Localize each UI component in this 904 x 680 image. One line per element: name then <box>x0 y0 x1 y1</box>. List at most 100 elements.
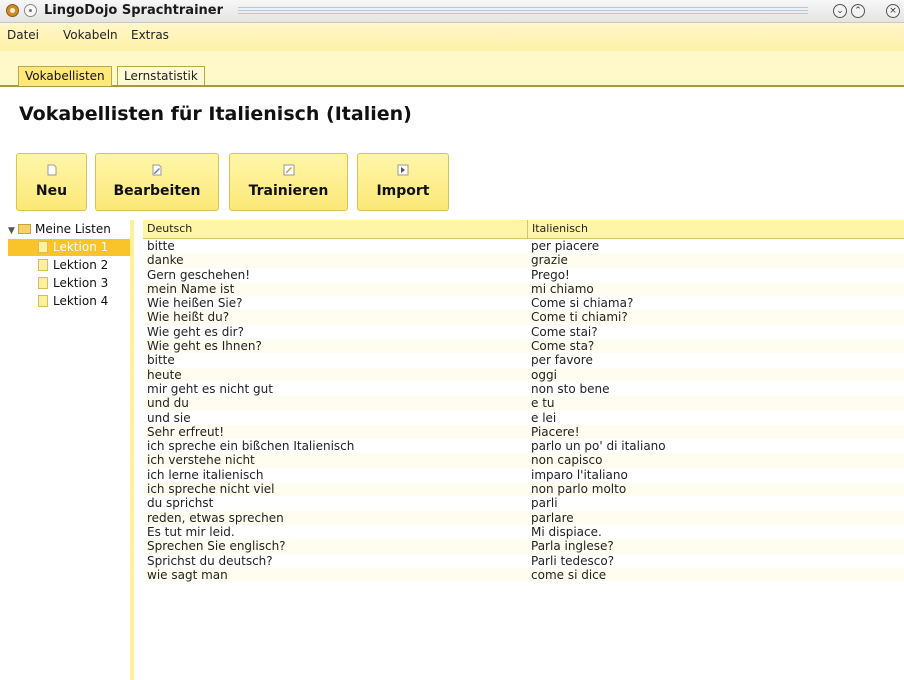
new-button[interactable]: Neu <box>16 153 87 211</box>
table-row[interactable]: danke grazie <box>143 253 904 268</box>
cell-deutsch: Wie heißen Sie? <box>147 296 243 311</box>
table-row[interactable]: ich spreche ein bißchen Italienisch parlo… <box>143 439 904 453</box>
table-row[interactable]: Wie heißt du? Come ti chiami? <box>143 310 904 325</box>
close-icon[interactable]: × <box>886 4 900 18</box>
table-row[interactable]: Wie heißen Sie? Come si chiama? <box>143 296 904 310</box>
table-row[interactable]: und du e tu <box>143 396 904 411</box>
table-row[interactable]: Gern geschehen! Prego! <box>143 268 904 282</box>
table-row[interactable]: wie sagt man come si dice <box>143 567 904 583</box>
cell-deutsch: wie sagt man <box>147 567 228 582</box>
maximize-icon[interactable]: ⌃ <box>851 4 865 18</box>
table-row[interactable]: Wie geht es dir? Come stai? <box>143 325 904 339</box>
cell-deutsch: danke <box>147 253 184 268</box>
tree-item-label: Lektion 2 <box>53 258 109 272</box>
cell-italienisch: grazie <box>531 253 568 268</box>
tree-item-lektion-2[interactable]: Lektion 2 <box>8 257 108 274</box>
cell-italienisch: per piacere <box>531 239 600 253</box>
table-row[interactable]: ich spreche nicht viel non parlo molto <box>143 482 904 497</box>
edit-button[interactable]: Bearbeiten <box>95 153 219 211</box>
table-row[interactable]: Es tut mir leid. Mi dispiace. <box>143 525 904 539</box>
page-title: Vokabellisten für Italienisch (Italien) <box>19 103 412 125</box>
tab-vokabellisten[interactable]: Vokabellisten <box>18 66 112 86</box>
cell-deutsch: heute <box>147 367 182 382</box>
cell-deutsch: Es tut mir leid. <box>147 524 235 539</box>
column-divider[interactable] <box>527 220 528 238</box>
tree-item-lektion-3[interactable]: Lektion 3 <box>8 275 108 292</box>
table-row[interactable]: ich verstehe nicht non capisco <box>143 453 904 468</box>
table-row[interactable]: reden, etwas sprechen parlare <box>143 510 904 525</box>
new-document-icon <box>47 164 56 176</box>
table-row[interactable]: bitte per favore <box>143 353 904 367</box>
cell-deutsch: Gern geschehen! <box>147 267 251 282</box>
cell-deutsch: du sprichst <box>147 496 214 511</box>
table-row[interactable]: heute oggi <box>143 367 904 382</box>
window-title: LingoDojo Sprachtrainer <box>44 3 224 18</box>
tree-item-label: Lektion 3 <box>53 276 109 290</box>
app-icon[interactable] <box>6 4 19 17</box>
tab-bar: Vokabellisten Lernstatistik <box>0 51 904 87</box>
tree-root-label: Meine Listen <box>35 222 111 236</box>
table-row[interactable]: und sie e lei <box>143 411 904 425</box>
edit-icon <box>152 164 162 176</box>
table-body: bitte per piacere danke grazie Gern geschehe… <box>143 239 904 583</box>
train-button[interactable]: Trainieren <box>229 153 348 211</box>
cell-italienisch: Parli tedesco? <box>531 553 615 568</box>
title-bar: LingoDojo Sprachtrainer ⌄ ⌃ × <box>0 0 904 23</box>
cell-italienisch: mi chiamo <box>531 281 594 296</box>
cell-deutsch: und du <box>147 396 189 411</box>
column-header-italienisch[interactable]: Italienisch <box>532 222 588 235</box>
train-button-label: Trainieren <box>248 183 329 199</box>
cell-deutsch: mir geht es nicht gut <box>147 381 273 396</box>
table-row[interactable]: bitte per piacere <box>143 239 904 253</box>
tree-root[interactable]: ▼ Meine Listen <box>8 221 130 238</box>
cell-italienisch: Prego! <box>531 267 570 282</box>
tree-item-lektion-1[interactable]: Lektion 1 <box>8 239 130 256</box>
import-button[interactable]: Import <box>357 153 449 211</box>
cell-deutsch: Wie geht es dir? <box>147 324 244 339</box>
new-button-label: Neu <box>35 183 68 199</box>
menu-datei[interactable]: Datei <box>7 28 39 42</box>
table-row[interactable]: Sehr erfreut! Piacere! <box>143 424 904 440</box>
tree-item-lektion-4[interactable]: Lektion 4 <box>8 293 108 310</box>
vocabulary-table: Deutsch Italienisch bitte per piacere dank… <box>143 220 904 680</box>
table-row[interactable]: mir geht es nicht gut non sto bene <box>143 382 904 396</box>
cell-italienisch: non sto bene <box>531 381 610 396</box>
list-icon <box>38 259 48 271</box>
list-tree: ▼ Meine Listen Lektion 1 Lektion 2 Lektio… <box>8 220 134 680</box>
table-row[interactable]: Sprichst du deutsch? Parli tedesco? <box>143 554 904 568</box>
import-button-label: Import <box>376 183 430 199</box>
cell-deutsch: Sprichst du deutsch? <box>147 553 273 568</box>
menu-extras[interactable]: Extras <box>131 28 169 42</box>
table-row[interactable]: Sprechen Sie englisch? Parla inglese? <box>143 539 904 554</box>
cell-italienisch: Come ti chiami? <box>531 310 628 325</box>
folder-icon <box>18 224 31 234</box>
cell-italienisch: imparo l'italiano <box>531 467 628 482</box>
cell-deutsch: mein Name ist <box>147 281 235 296</box>
tab-lernstatistik[interactable]: Lernstatistik <box>117 66 205 85</box>
cell-italienisch: come si dice <box>531 567 607 582</box>
menu-vokabeln[interactable]: Vokabeln <box>63 28 118 42</box>
table-row[interactable]: Wie geht es Ihnen? Come sta? <box>143 339 904 354</box>
cell-italienisch: non parlo molto <box>531 482 627 497</box>
list-icon <box>38 277 48 289</box>
minimize-icon[interactable]: ⌄ <box>833 4 847 18</box>
pin-icon[interactable] <box>24 4 37 17</box>
cell-italienisch: Come si chiama? <box>531 296 634 311</box>
train-icon <box>283 164 294 176</box>
edit-button-label: Bearbeiten <box>113 183 201 199</box>
table-header: Deutsch Italienisch <box>143 220 904 239</box>
cell-deutsch: ich verstehe nicht <box>147 453 255 468</box>
cell-italienisch: parli <box>531 496 558 511</box>
menu-bar: Datei Vokabeln Extras <box>0 23 904 51</box>
list-icon <box>38 241 48 253</box>
table-row[interactable]: du sprichst parli <box>143 496 904 510</box>
cell-deutsch: bitte <box>147 239 175 253</box>
column-header-deutsch[interactable]: Deutsch <box>147 222 192 235</box>
table-row[interactable]: ich lerne italienisch imparo l'italiano <box>143 468 904 482</box>
table-row[interactable]: mein Name ist mi chiamo <box>143 281 904 297</box>
cell-italienisch: e tu <box>531 396 555 411</box>
expand-arrow-icon[interactable]: ▼ <box>8 223 18 240</box>
cell-italienisch: parlare <box>531 510 574 525</box>
cell-deutsch: reden, etwas sprechen <box>147 510 284 525</box>
cell-deutsch: ich spreche nicht viel <box>147 482 275 497</box>
